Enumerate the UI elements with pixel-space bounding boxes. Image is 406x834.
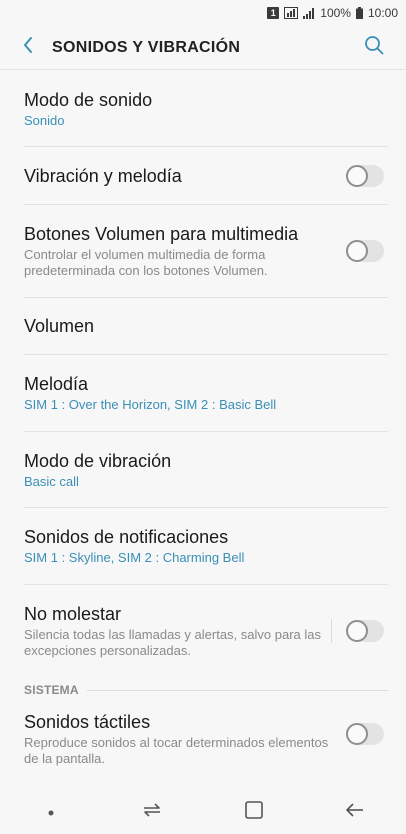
row-subtitle: Basic call [24,473,79,489]
touch-sounds-toggle[interactable] [346,723,384,745]
toggle-knob [346,240,368,262]
sim-badge: 1 [267,7,280,19]
row-subtitle: Controlar el volumen multimedia de forma… [24,247,268,278]
row-vibration-and-ringtone[interactable]: Vibración y melodía [24,147,388,205]
nav-dot-button[interactable] [21,790,81,834]
toggle-divider [331,619,332,643]
toggle-knob [346,620,368,642]
status-bar: 1 100% 10:00 [0,0,406,26]
row-title: Botones Volumen para multimedia [24,224,299,244]
arrow-left-icon [22,36,34,59]
row-subtitle: SIM 1 : Skyline, SIM 2 : Charming Bell [24,550,245,565]
recents-icon [142,802,162,823]
dot-icon [48,803,54,821]
page-title: SONIDOS Y VIBRACIÓN [52,38,241,56]
row-title: Sonidos táctiles [24,712,151,732]
row-volume-keys-media[interactable]: Botones Volumen para multimedia Controla… [24,205,388,298]
row-subtitle: SIM 1 : Over the Horizon, SIM 2 : Basic … [24,397,277,412]
battery-percent: 100% [320,6,351,20]
battery-icon [355,7,363,19]
row-subtitle: Silencia todas las llamadas y alertas, s… [24,627,321,658]
volume-keys-media-toggle[interactable] [346,240,384,262]
row-subtitle: Sonido [24,112,65,128]
row-title: Vibración y melodía [24,165,182,186]
back-button[interactable] [8,26,48,70]
row-touch-sounds[interactable]: Sonidos táctiles Reproduce sonidos al to… [24,703,388,769]
vibration-ringtone-toggle[interactable] [346,164,384,187]
row-volume[interactable]: Volumen [24,298,388,355]
do-not-disturb-toggle[interactable] [346,620,384,642]
row-vibration-pattern[interactable]: Modo de vibración Basic call [24,432,388,508]
section-divider [86,689,388,691]
row-sound-mode[interactable]: Modo de sonido Sonido [24,71,388,147]
search-button[interactable] [354,26,394,70]
navigation-bar [0,790,406,834]
clock: 10:00 [367,6,398,20]
toggle-knob [346,723,368,745]
row-title: No molestar [24,604,122,624]
row-ringtone[interactable]: Melodía SIM 1 : Over the Horizon, SIM 2 … [24,355,388,432]
row-subtitle: Reproduce sonidos al tocar determinados … [24,735,329,766]
section-header-system: SISTEMA [24,677,388,703]
row-title: Modo de sonido [24,89,153,110]
system-back-button[interactable] [325,790,385,834]
recents-button[interactable] [122,790,182,834]
row-title: Volumen [24,316,95,336]
search-icon [364,35,384,60]
row-title: Modo de vibración [24,450,172,471]
row-title: Melodía [24,374,89,394]
settings-list: Modo de sonido Sonido Vibración y melodí… [0,71,406,769]
row-notification-sounds[interactable]: Sonidos de notificaciones SIM 1 : Skylin… [24,508,388,585]
home-icon [244,800,263,824]
app-bar: SONIDOS Y VIBRACIÓN [0,26,406,70]
image-icon [284,7,299,19]
back-arrow-icon [345,802,365,823]
row-title: Sonidos de notificaciones [24,527,229,547]
signal-icon [303,7,315,19]
toggle-knob [346,164,368,187]
row-do-not-disturb[interactable]: No molestar Silencia todas las llamadas … [24,585,388,677]
section-label: SISTEMA [24,683,79,697]
home-button[interactable] [224,790,284,834]
